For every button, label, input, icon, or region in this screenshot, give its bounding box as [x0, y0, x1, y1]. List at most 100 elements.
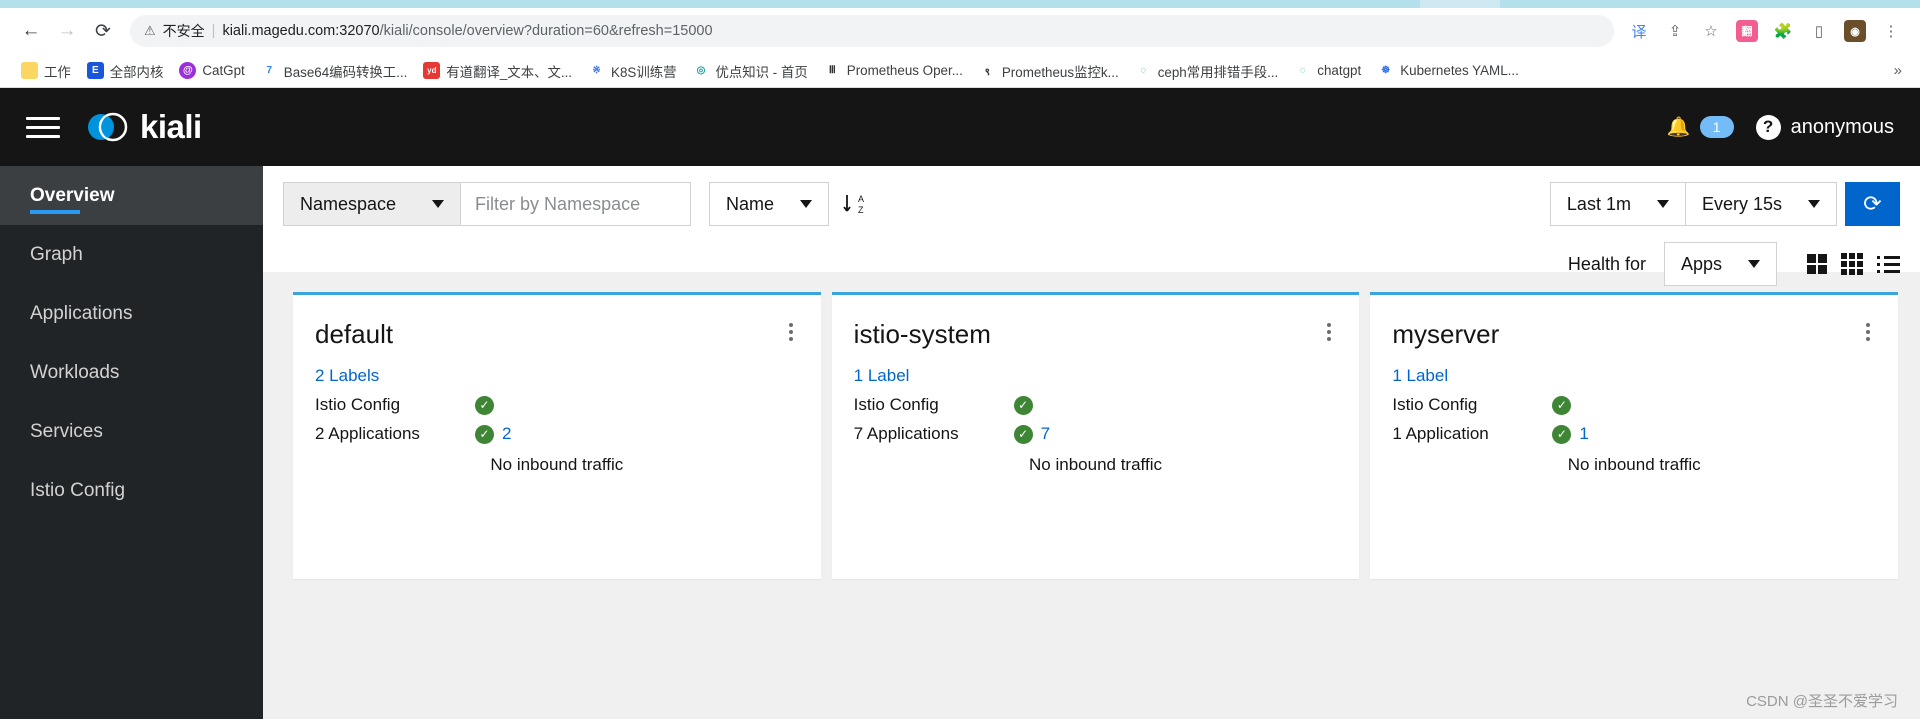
chrome-menu-icon[interactable]: ⋮	[1876, 16, 1906, 46]
share-icon[interactable]: ⇪	[1660, 16, 1690, 46]
sidebar-item-label: Graph	[30, 243, 83, 265]
kebab-menu-icon[interactable]	[1862, 319, 1874, 345]
applications-count[interactable]: 1	[1579, 424, 1588, 444]
applications-count[interactable]: 7	[1041, 424, 1050, 444]
namespace-card[interactable]: myserver 1 Label Istio Config ✓ 1 Applic…	[1370, 292, 1899, 579]
profile-avatar-icon[interactable]: ◉	[1840, 16, 1870, 46]
sidebar-item-label: Services	[30, 420, 103, 442]
labels-link[interactable]: 1 Label	[854, 366, 1336, 386]
sidepanel-icon[interactable]: ▯	[1804, 16, 1834, 46]
applications-label: 1 Application	[1392, 424, 1489, 443]
toolbar-filters-row: Namespace Name AZ Last 1m	[283, 182, 1900, 226]
bookmark-item[interactable]: ※ K8S训练营	[581, 57, 683, 85]
security-status-text: 不安全	[162, 23, 205, 39]
bookmark-item[interactable]: @ CatGpt	[172, 58, 251, 83]
site-favicon-icon: ※	[588, 62, 606, 79]
sidebar-item-overview[interactable]: Overview	[0, 166, 263, 225]
address-bar[interactable]: ⚠ 不安全 | kiali.magedu.com:32070/kiali/con…	[130, 15, 1614, 47]
traffic-status: No inbound traffic	[1029, 455, 1162, 474]
health-check-icon: ✓	[1013, 395, 1033, 415]
list-view-icon[interactable]	[1877, 255, 1900, 273]
bookmark-item[interactable]: ◌ chatgpt	[1287, 58, 1368, 83]
applications-count[interactable]: 2	[502, 424, 511, 444]
bookmark-item[interactable]: E 全部内核	[80, 57, 171, 85]
masthead-actions: 🔔 1 ? anonymous	[1667, 114, 1894, 140]
bookmark-item[interactable]: yd 有道翻译_文本、文...	[416, 57, 579, 85]
labels-link[interactable]: 2 Labels	[315, 366, 797, 386]
namespace-filter-input[interactable]	[461, 182, 692, 226]
grid-large-view-icon[interactable]	[1807, 254, 1827, 274]
traffic-status: No inbound traffic	[1567, 455, 1701, 474]
extensions-puzzle-icon[interactable]: 🧩	[1768, 16, 1798, 46]
sort-alpha-asc-icon[interactable]: AZ	[843, 192, 869, 216]
not-secure-warning-icon: ⚠	[144, 23, 156, 38]
sidebar-item-services[interactable]: Services	[0, 402, 263, 461]
notifications-button[interactable]: 🔔 1	[1667, 115, 1734, 139]
translate-icon[interactable]: 译	[1624, 16, 1654, 46]
extension-translate-icon[interactable]: 翻	[1732, 16, 1762, 46]
card-header: default	[315, 319, 797, 350]
labels-link[interactable]: 1 Label	[1392, 366, 1874, 386]
site-favicon-icon: ◌	[1134, 62, 1152, 79]
duration-dropdown[interactable]: Last 1m	[1549, 182, 1686, 226]
sort-by-dropdown[interactable]: Name	[709, 182, 830, 226]
sort-by-value: Name	[726, 193, 775, 214]
sidebar-item-label: Overview	[30, 184, 115, 206]
forward-arrow-icon[interactable]: →	[50, 14, 84, 48]
bookmark-label: ceph常用排错手段...	[1157, 64, 1279, 80]
site-favicon-icon: yd	[423, 62, 441, 79]
sidebar-item-label: Workloads	[30, 361, 120, 383]
bookmark-item[interactable]: 工作	[14, 57, 78, 85]
kebab-menu-icon[interactable]	[1323, 319, 1335, 345]
back-arrow-icon[interactable]: ←	[14, 14, 48, 48]
bookmark-label: 全部内核	[109, 64, 164, 80]
sidebar-item-applications[interactable]: Applications	[0, 284, 263, 343]
health-check-icon: ✓	[475, 395, 494, 415]
namespace-card[interactable]: istio-system 1 Label Istio Config ✓ 7 Ap…	[831, 292, 1360, 579]
hamburger-menu-icon[interactable]	[26, 116, 60, 138]
filter-type-dropdown[interactable]: Namespace	[283, 182, 462, 226]
url-host: kiali.magedu.com:32070	[222, 23, 380, 39]
bookmark-label: Kubernetes YAML...	[1400, 63, 1519, 78]
tabstrip-tabs[interactable]	[0, 0, 1920, 8]
namespace-title: myserver	[1392, 319, 1500, 349]
site-favicon-icon: E	[86, 62, 104, 79]
refresh-interval-dropdown[interactable]: Every 15s	[1685, 182, 1837, 226]
duration-value: Last 1m	[1566, 193, 1631, 214]
bookmark-item[interactable]: ९ Prometheus监控k...	[972, 57, 1126, 85]
sidebar-item-workloads[interactable]: Workloads	[0, 343, 263, 402]
site-favicon-icon: ◌	[1294, 62, 1312, 79]
refresh-button[interactable]: ⟳	[1845, 182, 1900, 226]
brand-logo[interactable]: kiali	[84, 107, 202, 147]
namespace-cards: default 2 Labels Istio Config ✓ 2 Applic…	[263, 272, 1920, 719]
chevron-down-icon	[1808, 200, 1820, 208]
health-check-icon: ✓	[1552, 424, 1572, 444]
bookmark-label: 有道翻译_文本、文...	[446, 64, 573, 80]
sidebar-item-label: Istio Config	[30, 479, 126, 501]
bookmark-item[interactable]: ◌ ceph常用排错手段...	[1128, 57, 1286, 85]
site-favicon-icon: ☸	[1377, 62, 1395, 79]
bookmark-item[interactable]: 7 Base64编码转换工...	[254, 57, 415, 85]
help-question-icon[interactable]: ?	[1755, 114, 1781, 140]
bookmarks-overflow-icon[interactable]: »	[1894, 62, 1906, 79]
browser-tabstrip	[0, 0, 1920, 8]
sidebar-item-graph[interactable]: Graph	[0, 225, 263, 284]
user-menu[interactable]: ? anonymous	[1755, 114, 1894, 140]
site-favicon-icon: ◎	[692, 62, 710, 79]
url-text: kiali.magedu.com:32070/kiali/console/ove…	[222, 23, 712, 39]
reload-icon[interactable]: ⟳	[86, 14, 120, 48]
bookmark-item[interactable]: ◎ 优点知识 - 首页	[686, 57, 815, 85]
bookmark-label: 工作	[44, 64, 71, 80]
refresh-interval-value: Every 15s	[1701, 193, 1782, 214]
kebab-menu-icon[interactable]	[785, 319, 797, 345]
main-content: Namespace Name AZ Last 1m	[263, 166, 1920, 719]
bookmark-label: K8S训练营	[611, 64, 677, 80]
sidebar-item-istio-config[interactable]: Istio Config	[0, 461, 263, 520]
istio-config-row: Istio Config ✓	[315, 395, 797, 415]
namespace-card[interactable]: default 2 Labels Istio Config ✓ 2 Applic…	[293, 292, 821, 579]
bookmark-star-icon[interactable]: ☆	[1696, 16, 1726, 46]
browser-toolbar: ← → ⟳ ⚠ 不安全 | kiali.magedu.com:32070/kia…	[0, 8, 1920, 54]
sidebar-nav: Overview Graph Applications Workloads Se…	[0, 166, 263, 719]
bookmark-item[interactable]: ☸ Kubernetes YAML...	[1370, 58, 1526, 83]
bookmark-item[interactable]: Ⅲ Prometheus Oper...	[817, 58, 970, 83]
